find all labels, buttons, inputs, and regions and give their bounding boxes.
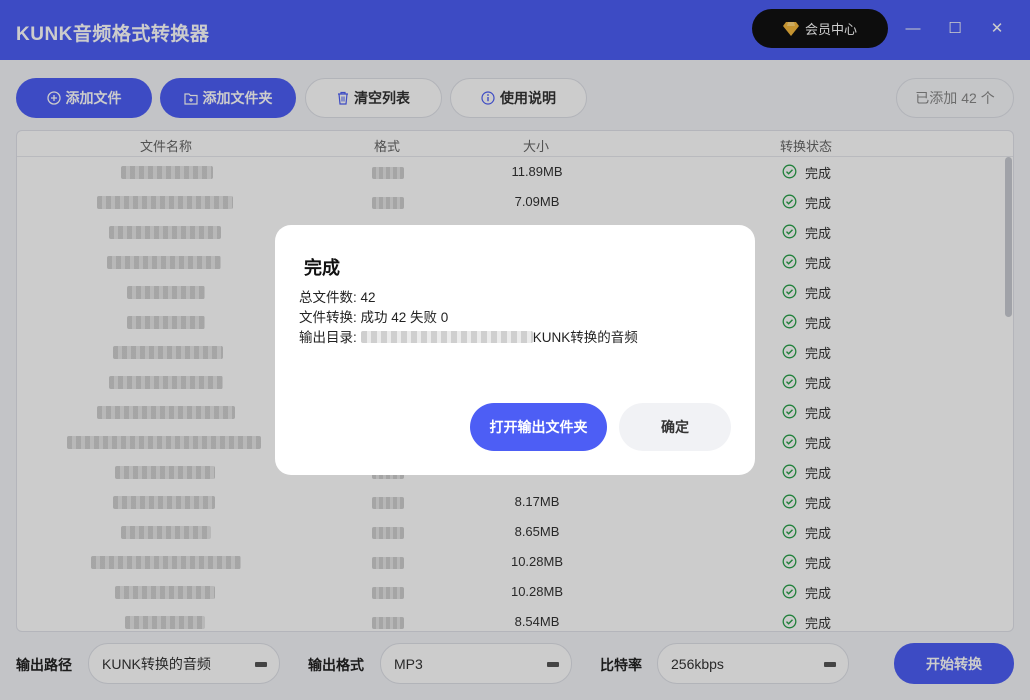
output-dir-suffix: KUNK转换的音频 [532,330,638,345]
redacted-path [360,331,533,343]
confirm-button[interactable]: 确定 [619,403,731,451]
conversion-result-text: 文件转换: 成功 42 失败 0 [299,310,449,325]
output-dir-label: 输出目录: [299,330,357,345]
total-files-text: 总文件数: 42 [299,290,376,305]
open-output-folder-button[interactable]: 打开输出文件夹 [470,403,607,451]
output-directory-text: 输出目录: KUNK转换的音频 [299,326,638,346]
dialog-title: 完成 [304,258,340,278]
completion-dialog: 完成 总文件数: 42 文件转换: 成功 42 失败 0 输出目录: KUNK转换… [275,225,755,475]
